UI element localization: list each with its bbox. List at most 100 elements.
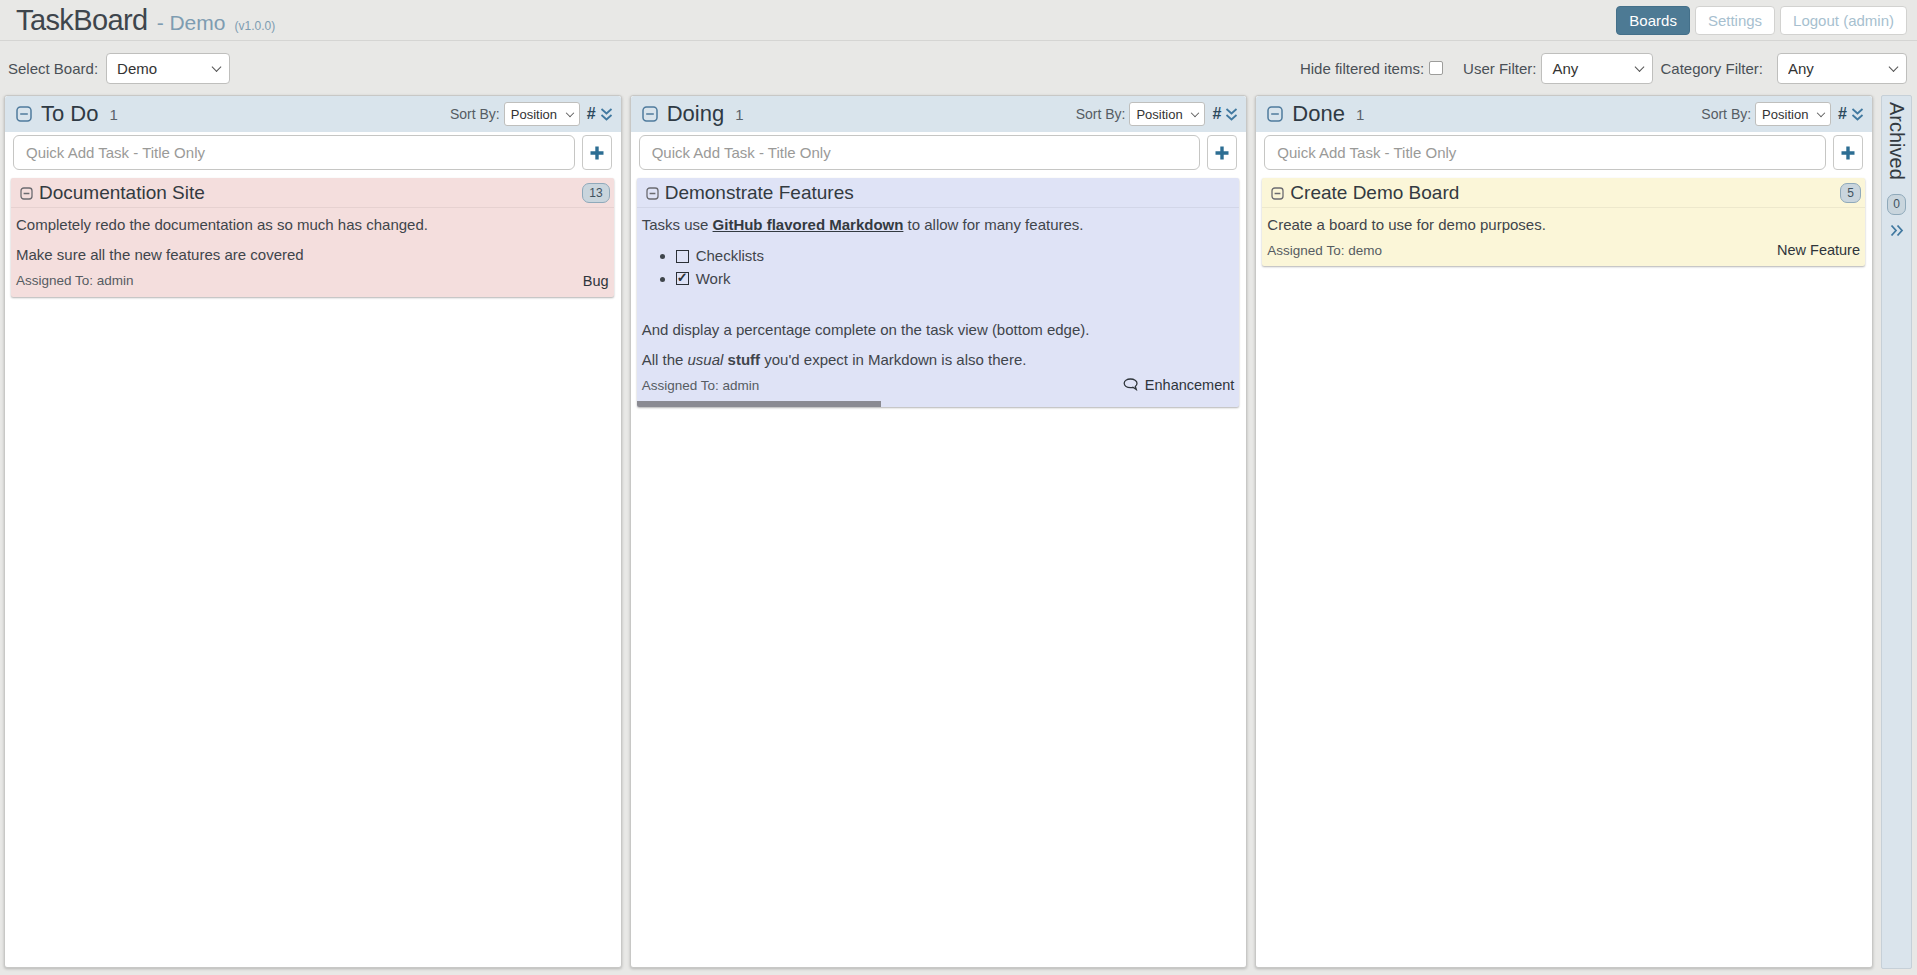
user-filter-select[interactable]: Any <box>1541 53 1653 84</box>
assigned-to: Assigned To: admin <box>642 378 760 393</box>
markdown-link[interactable]: GitHub flavored Markdown <box>713 216 904 233</box>
app-header: TaskBoard - Demo (v1.0.0) Boards Setting… <box>0 0 1917 41</box>
card-header: Create Demo Board 5 <box>1262 178 1865 208</box>
task-paragraph: Tasks use GitHub flavored Markdown to al… <box>642 216 1235 233</box>
archived-count-badge: 0 <box>1887 194 1906 215</box>
collapse-all-tasks-icon[interactable] <box>600 107 613 122</box>
assigned-to: Assigned To: demo <box>1267 243 1382 258</box>
assigned-to: Assigned To: admin <box>16 273 134 288</box>
task-progress-bar <box>637 401 882 407</box>
task-category: Enhancement <box>1123 377 1234 393</box>
sort-by-label: Sort By: <box>1076 106 1126 122</box>
collapse-task-icon[interactable] <box>1271 187 1284 200</box>
collapse-all-tasks-icon[interactable] <box>1851 107 1864 122</box>
task-paragraph: Completely redo the documentation as so … <box>16 216 609 233</box>
board: To Do 1 Sort By: Position # Documentatio… <box>0 95 1917 975</box>
column-title: Doing <box>667 101 724 127</box>
app-title: TaskBoard <box>16 4 148 37</box>
checkbox-checked-icon[interactable] <box>676 272 689 285</box>
column-title: To Do <box>41 101 98 127</box>
settings-button[interactable]: Settings <box>1695 6 1775 35</box>
task-card-documentation-site[interactable]: Documentation Site 13 Completely redo th… <box>11 178 614 297</box>
plus-icon <box>1214 145 1230 161</box>
column-todo-header: To Do 1 Sort By: Position # <box>5 96 621 132</box>
collapse-task-icon[interactable] <box>20 187 33 200</box>
quick-add-row <box>1256 132 1872 170</box>
sort-select[interactable]: Position <box>1755 102 1831 126</box>
task-card-create-demo-board[interactable]: Create Demo Board 5 Create a board to us… <box>1262 178 1865 266</box>
quick-add-input[interactable] <box>1264 135 1826 170</box>
todo-cards: Documentation Site 13 Completely redo th… <box>5 170 621 297</box>
task-category: Bug <box>583 273 609 289</box>
board-subtitle: - Demo <box>157 11 226 35</box>
show-task-ids-icon[interactable]: # <box>587 105 596 123</box>
sort-select[interactable]: Position <box>1129 102 1205 126</box>
show-task-ids-icon[interactable]: # <box>1212 105 1221 123</box>
collapse-all-tasks-icon[interactable] <box>1225 107 1238 122</box>
column-done-header: Done 1 Sort By: Position # <box>1256 96 1872 132</box>
doing-cards: Demonstrate Features Tasks use GitHub fl… <box>631 170 1247 407</box>
sort-select[interactable]: Position <box>504 102 580 126</box>
task-paragraph: Create a board to use for demo purposes. <box>1267 216 1860 233</box>
category-filter-label: Category Filter: <box>1660 60 1763 77</box>
task-title: Documentation Site <box>39 182 205 204</box>
card-header: Documentation Site 13 <box>11 178 614 208</box>
logout-button[interactable]: Logout (admin) <box>1780 6 1907 35</box>
boards-button[interactable]: Boards <box>1616 6 1690 35</box>
column-doing-header: Doing 1 Sort By: Position # <box>631 96 1247 132</box>
column-title: Done <box>1292 101 1345 127</box>
task-description: Completely redo the documentation as so … <box>11 216 614 264</box>
task-title: Demonstrate Features <box>665 182 854 204</box>
hide-filtered-checkbox[interactable] <box>1429 61 1443 75</box>
select-board-group: Select Board: Demo <box>8 53 230 84</box>
quick-add-input[interactable] <box>13 135 575 170</box>
column-task-count: 1 <box>735 106 743 123</box>
collapse-column-icon[interactable] <box>642 106 658 122</box>
checklist-item: Work <box>676 269 1235 289</box>
filter-controls: Hide filtered items: User Filter: Any Ca… <box>1300 53 1907 84</box>
column-task-count: 1 <box>1356 106 1364 123</box>
collapse-task-icon[interactable] <box>646 187 659 200</box>
column-todo: To Do 1 Sort By: Position # Documentatio… <box>4 95 622 968</box>
sort-by-label: Sort By: <box>1701 106 1751 122</box>
card-header: Demonstrate Features <box>637 178 1240 208</box>
task-category: New Feature <box>1777 242 1860 258</box>
card-footer: Assigned To: admin Bug <box>11 273 614 297</box>
checklist-item: Checklists <box>676 246 1235 266</box>
hide-filtered-label: Hide filtered items: <box>1300 60 1424 77</box>
add-task-button[interactable] <box>582 135 612 170</box>
column-task-count: 1 <box>109 106 117 123</box>
plus-icon <box>1840 145 1856 161</box>
card-footer: Assigned To: admin Enhancement <box>637 377 1240 401</box>
collapse-column-icon[interactable] <box>1267 106 1283 122</box>
comments-icon <box>1123 378 1140 392</box>
checklist: Checklists Work <box>642 246 1235 289</box>
task-id-badge: 13 <box>582 183 609 203</box>
select-board-label: Select Board: <box>8 60 98 77</box>
checkbox-unchecked-icon[interactable] <box>676 250 689 263</box>
add-task-button[interactable] <box>1207 135 1237 170</box>
app-version: (v1.0.0) <box>234 19 275 33</box>
task-card-demonstrate-features[interactable]: Demonstrate Features Tasks use GitHub fl… <box>637 178 1240 407</box>
category-filter-select[interactable]: Any <box>1777 53 1907 84</box>
done-cards: Create Demo Board 5 Create a board to us… <box>1256 170 1872 266</box>
board-select[interactable]: Demo <box>106 53 230 84</box>
quick-add-input[interactable] <box>639 135 1201 170</box>
task-description: Tasks use GitHub flavored Markdown to al… <box>637 216 1240 368</box>
task-title: Create Demo Board <box>1290 182 1459 204</box>
task-description: Create a board to use for demo purposes. <box>1262 216 1865 233</box>
add-task-button[interactable] <box>1833 135 1863 170</box>
quick-add-row <box>5 132 621 170</box>
task-paragraph: And display a percentage complete on the… <box>642 321 1235 338</box>
collapse-column-icon[interactable] <box>16 106 32 122</box>
brand: TaskBoard - Demo (v1.0.0) <box>16 4 275 37</box>
quick-add-row <box>631 132 1247 170</box>
task-paragraph: All the usual stuff you'd expect in Mark… <box>642 351 1235 368</box>
header-buttons: Boards Settings Logout (admin) <box>1616 6 1907 35</box>
expand-archived-icon[interactable] <box>1890 224 1904 237</box>
task-paragraph: Make sure all the new features are cover… <box>16 246 609 263</box>
archived-panel[interactable]: Archived 0 <box>1881 95 1912 969</box>
column-done: Done 1 Sort By: Position # Create Demo B… <box>1255 95 1873 968</box>
card-footer: Assigned To: demo New Feature <box>1262 242 1865 266</box>
show-task-ids-icon[interactable]: # <box>1838 105 1847 123</box>
